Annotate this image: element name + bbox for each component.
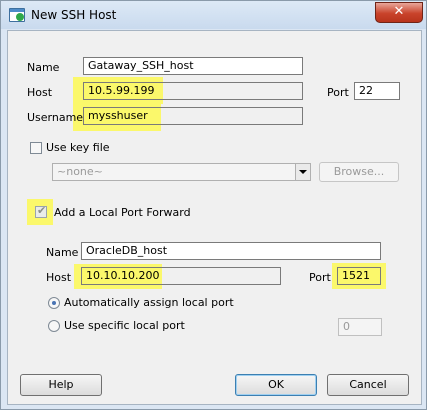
use-key-file-checkbox[interactable] <box>30 142 42 154</box>
help-button-label: Help <box>48 378 74 391</box>
name-label: Name <box>27 61 60 74</box>
forward-name-label: Name <box>46 246 79 259</box>
port-label: Port <box>327 86 349 99</box>
dialog-body: Name Gataway_SSH_host Host 10.5.99.199 P… <box>7 30 422 405</box>
add-port-forward-checkbox[interactable] <box>35 204 47 218</box>
cancel-button-label: Cancel <box>349 378 387 391</box>
username-field[interactable]: mysshuser <box>83 107 303 125</box>
ssh-host-app-icon <box>9 8 25 22</box>
specific-port-field[interactable]: 0 <box>338 318 382 336</box>
forward-host-field[interactable]: 10.10.10.200 <box>81 267 281 285</box>
forward-name-field[interactable]: OracleDB_host <box>81 242 381 260</box>
help-button[interactable]: Help <box>20 374 102 396</box>
forward-host-label: Host <box>46 271 72 284</box>
name-field[interactable]: Gataway_SSH_host <box>83 57 303 75</box>
host-field[interactable]: 10.5.99.199 <box>83 82 303 100</box>
auto-assign-port-radio[interactable] <box>48 297 60 309</box>
host-label: Host <box>27 86 53 99</box>
forward-port-field[interactable]: 1521 <box>337 267 381 285</box>
auto-assign-port-label[interactable]: Automatically assign local port <box>64 296 234 309</box>
chevron-down-icon[interactable] <box>295 164 310 180</box>
specific-port-label[interactable]: Use specific local port <box>64 319 185 332</box>
key-file-selected-value: ~none~ <box>57 165 103 178</box>
use-key-file-label[interactable]: Use key file <box>46 141 110 154</box>
window-title: New SSH Host <box>31 8 117 22</box>
specific-port-radio[interactable] <box>48 320 60 332</box>
close-button[interactable]: ✕ <box>375 2 423 23</box>
ssh-host-dialog: New SSH Host ✕ Name Gataway_SSH_host Hos… <box>0 0 427 410</box>
cancel-button[interactable]: Cancel <box>327 374 409 396</box>
add-port-forward-label[interactable]: Add a Local Port Forward <box>54 206 191 219</box>
browse-button[interactable]: Browse... <box>319 162 399 182</box>
ok-button[interactable]: OK <box>235 374 317 396</box>
port-field[interactable]: 22 <box>354 82 400 100</box>
username-label: Username <box>27 111 84 124</box>
forward-port-label: Port <box>309 271 331 284</box>
title-bar[interactable]: New SSH Host ✕ <box>1 1 426 29</box>
key-file-dropdown[interactable]: ~none~ <box>52 163 311 181</box>
ok-button-label: OK <box>268 378 284 391</box>
